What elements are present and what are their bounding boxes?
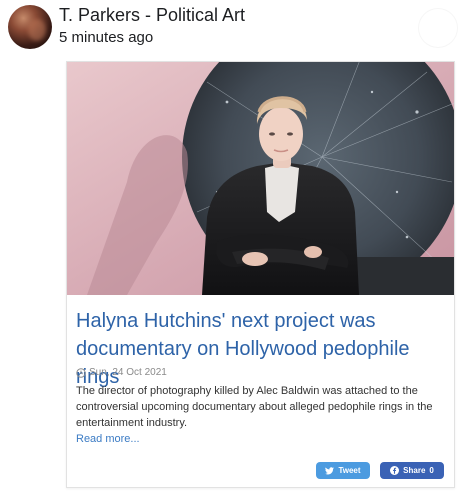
post-header: T. Parkers - Political Art 5 minutes ago — [0, 0, 465, 58]
facebook-share-count: 0 — [429, 466, 434, 475]
share-buttons: Tweet Share 0 — [316, 462, 444, 479]
facebook-share-label: Share — [403, 466, 426, 475]
twitter-bird-icon — [325, 466, 335, 475]
header-placeholder — [418, 8, 458, 48]
article-excerpt: The director of photography killed by Al… — [76, 385, 433, 429]
article-card[interactable]: Halyna Hutchins' next project was docume… — [66, 61, 455, 488]
post-author[interactable]: T. Parkers - Political Art — [59, 4, 245, 26]
article-date-text: Sun, 24 Oct 2021 — [89, 367, 167, 378]
photo-illustration — [67, 62, 454, 295]
post-timestamp[interactable]: 5 minutes ago — [59, 28, 153, 47]
article-date: Sun, 24 Oct 2021 — [76, 367, 167, 379]
avatar[interactable] — [8, 5, 52, 49]
tweet-button[interactable]: Tweet — [316, 462, 370, 479]
article-photo[interactable] — [67, 62, 454, 295]
facebook-icon — [390, 466, 400, 475]
facebook-share-button[interactable]: Share 0 — [380, 462, 444, 479]
read-more-link[interactable]: Read more... — [76, 432, 140, 446]
clock-icon — [76, 368, 86, 378]
tweet-label: Tweet — [338, 466, 361, 475]
